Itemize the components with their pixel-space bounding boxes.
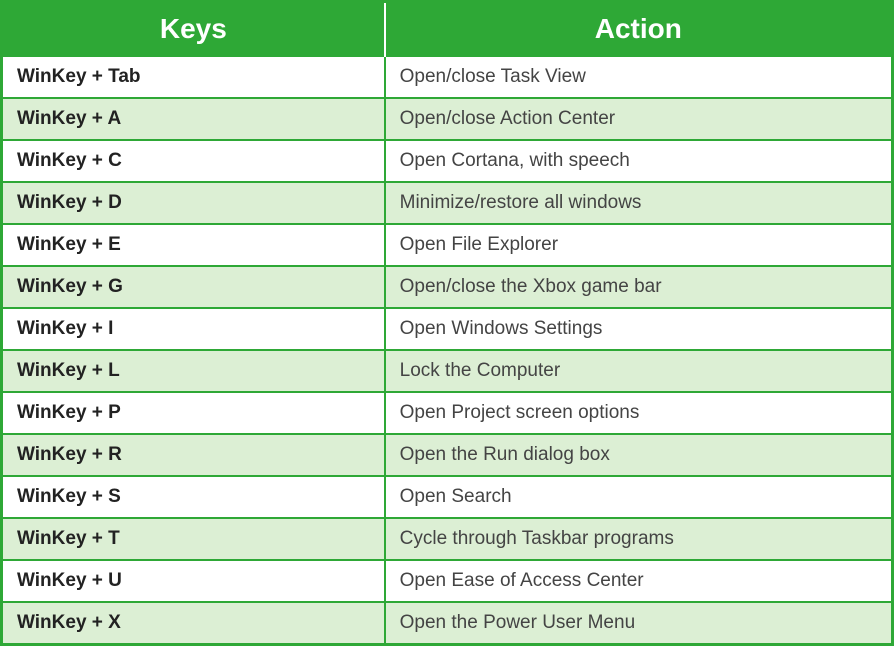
- keys-cell: WinKey + T: [2, 518, 385, 560]
- header-action: Action: [385, 2, 893, 57]
- table-row: WinKey + S Open Search: [2, 476, 893, 518]
- table-row: WinKey + T Cycle through Taskbar program…: [2, 518, 893, 560]
- keys-cell: WinKey + G: [2, 266, 385, 308]
- action-cell: Open Windows Settings: [385, 308, 893, 350]
- keys-cell: WinKey + C: [2, 140, 385, 182]
- keys-cell: WinKey + D: [2, 182, 385, 224]
- action-cell: Lock the Computer: [385, 350, 893, 392]
- keys-cell: WinKey + R: [2, 434, 385, 476]
- action-cell: Open Cortana, with speech: [385, 140, 893, 182]
- keys-cell: WinKey + P: [2, 392, 385, 434]
- table-row: WinKey + A Open/close Action Center: [2, 98, 893, 140]
- table-row: WinKey + Tab Open/close Task View: [2, 56, 893, 98]
- table-row: WinKey + U Open Ease of Access Center: [2, 560, 893, 602]
- keys-cell: WinKey + Tab: [2, 56, 385, 98]
- table-row: WinKey + R Open the Run dialog box: [2, 434, 893, 476]
- action-cell: Open File Explorer: [385, 224, 893, 266]
- action-cell: Cycle through Taskbar programs: [385, 518, 893, 560]
- keys-cell: WinKey + X: [2, 602, 385, 645]
- table-row: WinKey + G Open/close the Xbox game bar: [2, 266, 893, 308]
- keys-cell: WinKey + U: [2, 560, 385, 602]
- keys-cell: WinKey + A: [2, 98, 385, 140]
- table-row: WinKey + E Open File Explorer: [2, 224, 893, 266]
- keys-cell: WinKey + E: [2, 224, 385, 266]
- action-cell: Minimize/restore all windows: [385, 182, 893, 224]
- keys-cell: WinKey + I: [2, 308, 385, 350]
- table-header-row: Keys Action: [2, 2, 893, 57]
- action-cell: Open/close Task View: [385, 56, 893, 98]
- table-row: WinKey + C Open Cortana, with speech: [2, 140, 893, 182]
- action-cell: Open/close Action Center: [385, 98, 893, 140]
- action-cell: Open the Run dialog box: [385, 434, 893, 476]
- table-row: WinKey + L Lock the Computer: [2, 350, 893, 392]
- table-row: WinKey + I Open Windows Settings: [2, 308, 893, 350]
- action-cell: Open Project screen options: [385, 392, 893, 434]
- action-cell: Open Ease of Access Center: [385, 560, 893, 602]
- action-cell: Open Search: [385, 476, 893, 518]
- keys-cell: WinKey + L: [2, 350, 385, 392]
- table-row: WinKey + D Minimize/restore all windows: [2, 182, 893, 224]
- table-row: WinKey + X Open the Power User Menu: [2, 602, 893, 645]
- table-row: WinKey + P Open Project screen options: [2, 392, 893, 434]
- header-keys: Keys: [2, 2, 385, 57]
- keys-cell: WinKey + S: [2, 476, 385, 518]
- action-cell: Open the Power User Menu: [385, 602, 893, 645]
- table-body: WinKey + Tab Open/close Task View WinKey…: [2, 56, 893, 645]
- action-cell: Open/close the Xbox game bar: [385, 266, 893, 308]
- shortcut-table: Keys Action WinKey + Tab Open/close Task…: [0, 0, 894, 646]
